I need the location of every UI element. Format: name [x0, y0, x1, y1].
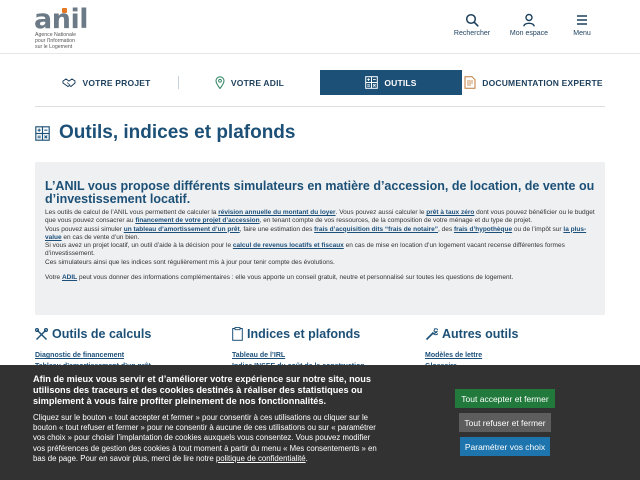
column-title: Indices et plafonds [247, 327, 361, 341]
refuse-all-button[interactable]: Tout refuser et fermer [459, 413, 551, 432]
column-header: Autres outils [425, 326, 610, 342]
main-nav-tabs: VOTRE PROJET VOTRE ADIL OUTILS DOCUMENTA… [35, 70, 605, 96]
site-header: anil Agence Nationale pour l'Information… [0, 0, 640, 54]
link-financement-projet[interactable]: financement de votre projet d’accession [135, 217, 259, 224]
intro-paragraph: Vous pouvez aussi simuler un tableau d’a… [45, 226, 595, 243]
logo-wordmark: anil [34, 4, 88, 35]
wrench-cross-icon [35, 327, 48, 340]
hamburger-menu-icon [577, 15, 587, 25]
link-pret-taux-zero[interactable]: prêt à taux zéro [426, 209, 474, 216]
column-title: Outils de calculs [52, 327, 152, 341]
wrench-icon [425, 327, 438, 340]
intro-paragraph: Votre ADIL peut vous donner des informat… [45, 274, 595, 282]
intro-text: Les outils de calcul de l’ANIL vous perm… [45, 209, 219, 216]
tabs-divider-line [35, 106, 605, 107]
user-icon [523, 13, 535, 27]
link-modeles-de-lettre[interactable]: Modèles de lettre [425, 350, 610, 361]
column-title: Autres outils [442, 327, 519, 341]
tab-label: VOTRE ADIL [230, 77, 285, 88]
menu-button[interactable]: Menu [552, 13, 612, 43]
page-header: Outils, indices et plafonds [35, 121, 295, 145]
intro-text: . Vous pouvez aussi calculer le [335, 209, 427, 216]
intro-box: L’ANIL vous propose différents simulateu… [35, 162, 605, 315]
accept-all-button[interactable]: Tout accepter et fermer [455, 389, 555, 408]
intro-text: Si vous avez un projet locatif, un outil… [45, 242, 233, 250]
search-icon [465, 13, 479, 27]
tools-grid-icon [35, 125, 50, 141]
intro-text: , des [438, 225, 454, 233]
document-icon [464, 76, 476, 89]
cookie-body-end: . [305, 453, 308, 463]
search-label: Rechercher [453, 30, 491, 37]
intro-heading: L’ANIL vous propose différents simulateu… [45, 179, 595, 206]
tab-outils[interactable]: OUTILS [320, 70, 462, 95]
link-frais-hypotheque[interactable]: frais d’hypothèque [454, 226, 512, 233]
tab-label: VOTRE PROJET [82, 77, 151, 88]
tab-label: OUTILS [384, 77, 417, 88]
cookie-body: Cliquez sur le bouton « tout accepter et… [33, 413, 377, 463]
page-title: Outils, indices et plafonds [59, 122, 296, 143]
column-header: Indices et plafonds [232, 326, 417, 342]
privacy-policy-link[interactable]: politique de confidentialité [216, 454, 306, 463]
account-button[interactable]: Mon espace [499, 13, 559, 43]
link-tableau-amortissement[interactable]: un tableau d’amortissement d’un prêt [124, 226, 240, 233]
intro-text: , faire une estimation des [239, 225, 315, 233]
tab-votre-adil[interactable]: VOTRE ADIL [179, 70, 320, 95]
logo-subtitle: Agence Nationale pour l'Information sur … [35, 32, 95, 50]
intro-text: peut vous donner des informations complé… [77, 274, 514, 282]
link-adil[interactable]: ADIL [62, 274, 77, 281]
logo-accent-dot [62, 8, 67, 13]
clipboard-icon [232, 327, 243, 341]
column-header: Outils de calculs [35, 326, 220, 342]
tab-label: DOCUMENTATION EXPERTE [482, 77, 603, 88]
search-button[interactable]: Rechercher [442, 13, 502, 43]
intro-paragraph: Ces simulateurs ainsi que les indices so… [45, 258, 335, 266]
link-tableau-irl[interactable]: Tableau de l’IRL [232, 350, 417, 361]
cookie-text: Cliquez sur le bouton « tout accepter et… [33, 413, 383, 464]
intro-text: Vous pouvez aussi simuler [45, 225, 124, 233]
tab-documentation-experte[interactable]: DOCUMENTATION EXPERTE [462, 70, 605, 95]
intro-paragraph: Si vous avez un projet locatif, un outil… [45, 242, 595, 259]
map-pin-icon [215, 76, 225, 89]
intro-paragraph: Les outils de calcul de l’ANIL vous perm… [45, 209, 595, 226]
cookie-settings-button[interactable]: Paramétrer vos choix [460, 437, 550, 456]
handshake-icon [62, 78, 76, 88]
menu-label: Menu [573, 30, 591, 37]
tab-votre-projet[interactable]: VOTRE PROJET [35, 70, 178, 95]
anil-logo[interactable]: anil Agence Nationale pour l'Information… [34, 4, 95, 50]
logo-subtitle-line: sur le Logement [35, 43, 73, 50]
intro-text: Votre [45, 274, 62, 282]
intro-text: en cas de vente d’un bien. [61, 233, 140, 241]
link-diagnostic-financement[interactable]: Diagnostic de financement [35, 350, 220, 361]
link-revision-loyer[interactable]: révision annuelle du montant du loyer [218, 209, 335, 216]
intro-text: ou de l’impôt sur [512, 225, 564, 233]
link-revenus-locatifs[interactable]: calcul de revenus locatifs et fiscaux [233, 242, 344, 249]
tools-grid-icon [365, 76, 379, 89]
cookie-title: Afin de mieux vous servir et d’améliorer… [33, 374, 372, 406]
account-label: Mon espace [509, 30, 549, 37]
intro-text: , en tenant compte de vos ressources, de… [259, 217, 533, 225]
link-frais-notaire[interactable]: frais d’acquisition dits “frais de notai… [314, 226, 438, 233]
